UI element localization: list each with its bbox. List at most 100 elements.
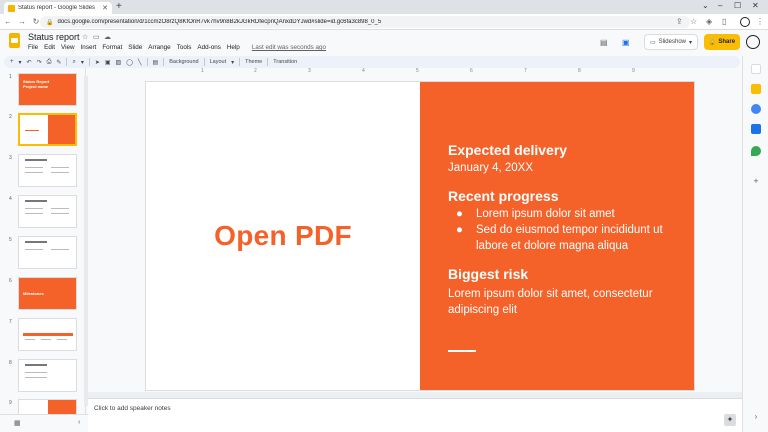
expand-panel-icon[interactable]: › bbox=[751, 412, 761, 422]
slide-thumbnail-5[interactable] bbox=[18, 236, 77, 269]
browser-tab[interactable]: Status report - Google Slides ✕ bbox=[4, 2, 112, 14]
menu-bar: File Edit View Insert Format Slide Arran… bbox=[28, 44, 326, 51]
cloud-status-icon[interactable]: ☁ bbox=[104, 33, 111, 41]
keep-icon[interactable] bbox=[751, 84, 761, 94]
menu-help[interactable]: Help bbox=[227, 44, 240, 51]
calendar-icon[interactable] bbox=[751, 64, 761, 74]
slide-thumbnail-6[interactable]: Milestones bbox=[18, 277, 77, 310]
minimize-icon[interactable]: – bbox=[718, 1, 722, 10]
ruler-mark: 3 bbox=[308, 68, 311, 74]
maps-icon[interactable] bbox=[751, 146, 761, 156]
thumbnail-orange-panel bbox=[47, 115, 75, 144]
maximize-icon[interactable]: ☐ bbox=[734, 1, 741, 10]
thumbnail-text-line bbox=[25, 130, 39, 131]
share-page-icon[interactable]: ⇪ bbox=[676, 17, 683, 26]
grid-view-icon[interactable]: ▦ bbox=[14, 419, 21, 427]
thumbnail-text-line bbox=[51, 167, 69, 168]
move-folder-icon[interactable]: ▭ bbox=[93, 33, 100, 41]
menu-insert[interactable]: Insert bbox=[81, 44, 97, 51]
thumbnail-heading-line bbox=[25, 159, 47, 161]
collapse-panel-icon[interactable]: ‹ bbox=[78, 419, 80, 426]
chevron-down-icon[interactable]: ▾ bbox=[231, 59, 234, 66]
extensions-icon[interactable]: ◈ bbox=[706, 17, 712, 26]
image-icon[interactable]: ▨ bbox=[116, 59, 122, 66]
thumbnail-heading-line bbox=[25, 364, 47, 366]
menu-file[interactable]: File bbox=[28, 44, 38, 51]
menu-slide[interactable]: Slide bbox=[128, 44, 142, 51]
current-slide[interactable]: Open PDF Expected delivery January 4, 20… bbox=[146, 82, 694, 390]
profile-avatar[interactable] bbox=[740, 17, 750, 27]
comment-add-icon[interactable]: ▤ bbox=[153, 59, 159, 66]
paint-format-icon[interactable]: ✎ bbox=[56, 59, 61, 66]
text-box-icon[interactable]: ▣ bbox=[105, 59, 111, 66]
undo-icon[interactable]: ↶ bbox=[27, 59, 32, 66]
url-field[interactable]: 🔒 docs.google.com/presentation/d/1ccmzO8… bbox=[40, 16, 690, 28]
comments-icon[interactable]: ▤ bbox=[600, 38, 608, 47]
slideshow-button[interactable]: ▭ Slideshow ▾ bbox=[644, 34, 698, 50]
slide-thumbnail-7[interactable] bbox=[18, 318, 77, 351]
biggest-risk-heading: Biggest risk bbox=[448, 266, 529, 282]
chevron-down-icon[interactable]: ▾ bbox=[19, 59, 22, 66]
new-tab-icon[interactable]: + bbox=[116, 2, 122, 12]
toolbar: + ▾ ↶ ↷ ⎙ ✎ ⌕ ▾ ➤ ▣ ▨ ◯ ╲ ▤ Background L… bbox=[4, 56, 740, 68]
account-avatar[interactable] bbox=[746, 35, 760, 49]
slide-thumbnail-1[interactable]: Status Report Project name bbox=[18, 73, 77, 106]
share-button[interactable]: 🔒 Share bbox=[704, 34, 740, 50]
ruler-mark: 7 bbox=[524, 68, 527, 74]
close-tab-icon[interactable]: ✕ bbox=[102, 4, 112, 12]
open-pdf-text[interactable]: Open PDF bbox=[214, 220, 352, 252]
slide-thumbnail-3[interactable] bbox=[18, 154, 77, 187]
last-edit-link[interactable]: Last edit was seconds ago bbox=[252, 44, 326, 51]
add-addon-icon[interactable]: + bbox=[751, 176, 761, 186]
thumbnail-text-line bbox=[25, 249, 43, 250]
explore-icon[interactable]: ✦ bbox=[724, 414, 736, 426]
thumbnail-text-line bbox=[51, 208, 69, 209]
thumbnail-title: Milestones bbox=[23, 291, 44, 296]
menu-tools[interactable]: Tools bbox=[177, 44, 192, 51]
shape-icon[interactable]: ◯ bbox=[126, 59, 133, 66]
chevron-down-icon[interactable]: ⌄ bbox=[702, 1, 709, 10]
slide-left-panel: Open PDF bbox=[146, 82, 420, 390]
thumbnail-text-line bbox=[25, 377, 47, 378]
slides-logo-icon[interactable] bbox=[9, 33, 20, 48]
chevron-down-icon[interactable]: ▾ bbox=[81, 59, 84, 66]
slide-thumbnail-4[interactable] bbox=[18, 195, 77, 228]
forward-icon[interactable]: → bbox=[16, 17, 28, 26]
menu-edit[interactable]: Edit bbox=[44, 44, 55, 51]
zoom-icon[interactable]: ⌕ bbox=[72, 59, 75, 66]
menu-arrange[interactable]: Arrange bbox=[148, 44, 170, 51]
redo-icon[interactable]: ↷ bbox=[37, 59, 42, 66]
background-button[interactable]: Background bbox=[169, 59, 198, 65]
back-icon[interactable]: ← bbox=[2, 17, 14, 26]
recent-progress-heading: Recent progress bbox=[448, 188, 559, 204]
tasks-icon[interactable] bbox=[751, 104, 761, 114]
slide-thumbnail-8[interactable] bbox=[18, 359, 77, 392]
contacts-icon[interactable] bbox=[751, 124, 761, 134]
menu-addons[interactable]: Add-ons bbox=[197, 44, 220, 51]
bookmark-star-icon[interactable]: ☆ bbox=[690, 17, 697, 26]
transition-button[interactable]: Transition bbox=[273, 59, 297, 65]
slide-thumbnail-2[interactable] bbox=[18, 113, 77, 146]
select-cursor-icon[interactable]: ➤ bbox=[95, 59, 100, 66]
slides-favicon-icon bbox=[8, 4, 15, 12]
bullet-text: Sed do eiusmod tempor incididunt ut labo… bbox=[476, 224, 663, 252]
print-icon[interactable]: ⎙ bbox=[47, 59, 52, 66]
layout-button[interactable]: Layout bbox=[210, 59, 227, 65]
line-icon[interactable]: ╲ bbox=[138, 59, 142, 66]
speaker-notes[interactable]: Click to add speaker notes bbox=[88, 398, 742, 432]
sidebar-toggle-icon[interactable]: ▯ bbox=[722, 17, 726, 26]
new-slide-icon[interactable]: + bbox=[10, 59, 14, 65]
meet-icon[interactable]: ▣ bbox=[622, 38, 630, 47]
menu-view[interactable]: View bbox=[61, 44, 75, 51]
slide-number: 7 bbox=[9, 319, 12, 325]
theme-button[interactable]: Theme bbox=[245, 59, 262, 65]
chevron-down-icon[interactable]: ▾ bbox=[689, 39, 692, 46]
star-icon[interactable]: ☆ bbox=[82, 33, 88, 41]
doc-title[interactable]: Status report bbox=[28, 32, 80, 42]
toolbar-divider bbox=[88, 58, 90, 66]
browser-tabbar: Status report - Google Slides ✕ + ⌄ – ☐ … bbox=[0, 0, 768, 14]
close-window-icon[interactable]: ✕ bbox=[752, 1, 759, 10]
slide-thumbnail-9[interactable] bbox=[18, 399, 77, 414]
menu-format[interactable]: Format bbox=[102, 44, 122, 51]
more-menu-icon[interactable]: ⋮ bbox=[756, 17, 764, 26]
